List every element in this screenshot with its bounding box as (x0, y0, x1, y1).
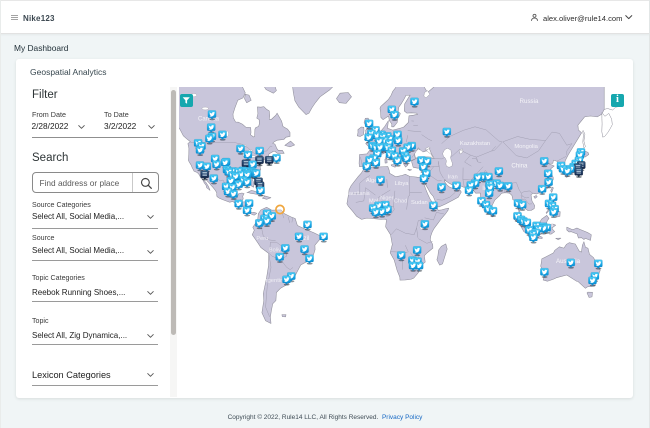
svg-text:Mongolia: Mongolia (514, 144, 538, 150)
svg-text:Russia: Russia (519, 98, 538, 105)
svg-text:Kazakhstan: Kazakhstan (459, 141, 489, 147)
svg-text:Mauritania: Mauritania (344, 191, 369, 197)
svg-text:Peru: Peru (256, 236, 268, 242)
svg-text:Sudan: Sudan (411, 200, 428, 206)
svg-text:Iran: Iran (447, 175, 457, 181)
svg-text:Chad: Chad (393, 199, 406, 205)
svg-text:Niger: Niger (380, 196, 394, 202)
svg-text:Libya: Libya (394, 181, 409, 187)
svg-text:China: China (511, 163, 528, 170)
